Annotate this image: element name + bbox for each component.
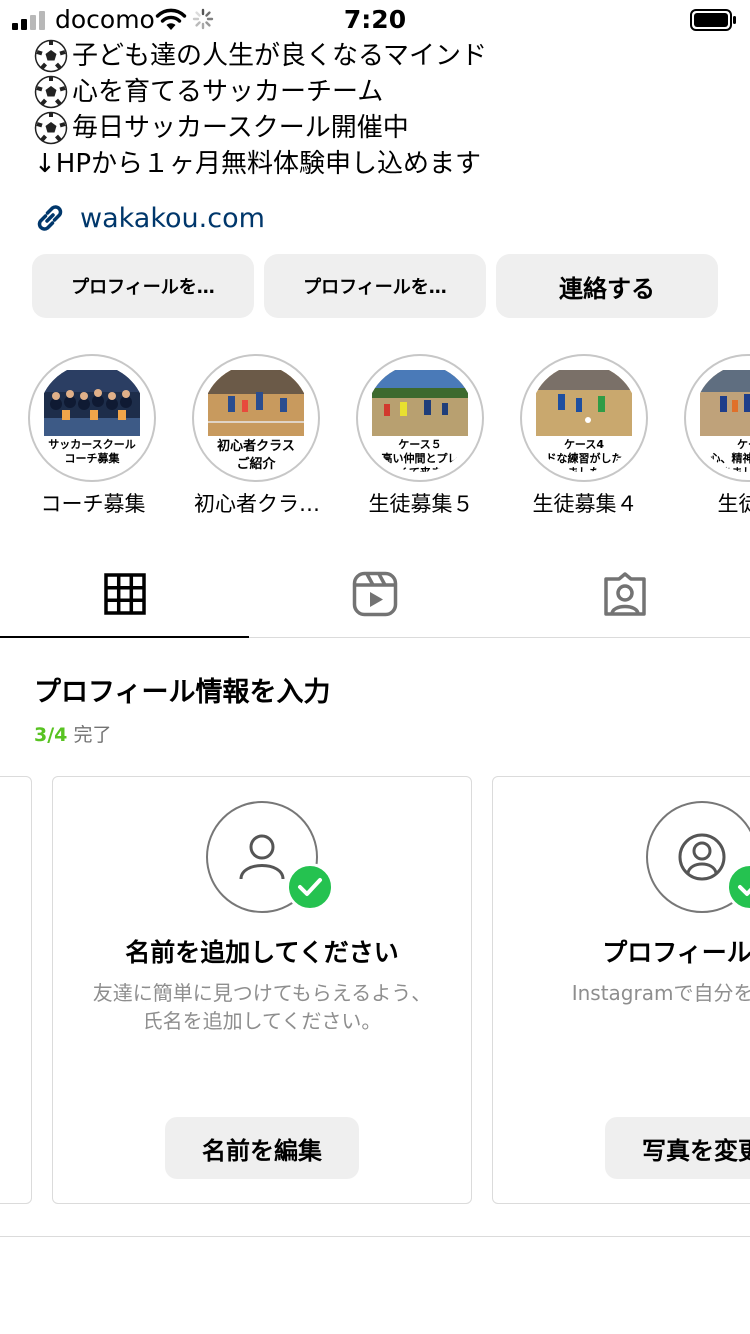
profile-content-tabs — [0, 550, 750, 638]
tab-reels[interactable] — [250, 550, 500, 638]
highlight-caption: ケー心、精神面を強きました。 — [709, 438, 750, 472]
highlight-ring: ケー心、精神面を強きました。 — [684, 354, 750, 482]
highlight-ring: サッカースクール コーチ募集 — [28, 354, 156, 482]
website-link-text[interactable]: wakakou.com — [80, 203, 265, 234]
section-divider — [0, 1236, 750, 1237]
highlight-cover: ケース５の高い仲間とプレーたくて来まし — [366, 364, 474, 472]
card-description: 友達に簡単に見つけてもらえるよう、氏名を追加してください。 — [92, 981, 432, 1033]
highlight-label: 生徒募集５ — [368, 492, 474, 516]
progress-count: 3/4 — [34, 724, 68, 746]
profile-task-card: プロフィール写真 Instagramで自分を選ぼう。 写真を変更 — [492, 776, 750, 1204]
profile-info-progress: 3/4 完了 — [34, 720, 111, 747]
profile-task-card: 名前を追加してください 友達に簡単に見つけてもらえるよう、氏名を追加してください… — [52, 776, 472, 1204]
clock: 7:20 — [343, 5, 407, 34]
status-bar: docomo 7:20 — [0, 0, 750, 40]
soccer-ball-icon — [34, 75, 68, 109]
highlight-label: 生徒募 — [717, 492, 750, 516]
completed-check-icon — [726, 863, 750, 911]
highlight-label: 初心者クラ… — [194, 492, 320, 516]
bio-text: ↓HPから１ヶ月無料体験申し込めます — [34, 149, 482, 179]
highlight-photo — [44, 370, 140, 436]
bio-line: 子ども達の人生が良くなるマインド — [34, 38, 734, 74]
tagged-user-icon — [604, 572, 646, 616]
profile-page: docomo 7:20 子ども達の人生が良くなるマインド 心を育てるサッカーチー… — [0, 0, 750, 1334]
active-tab-indicator — [0, 636, 249, 638]
bio-line: ↓HPから１ヶ月無料体験申し込めます — [34, 146, 734, 182]
link-icon — [37, 205, 63, 231]
story-highlight[interactable]: 初心者クラス ご紹介 初心者クラ… — [192, 354, 322, 518]
highlight-label: 生徒募集４ — [532, 492, 638, 516]
story-highlight[interactable]: ケース５の高い仲間とプレーたくて来まし 生徒募集５ — [356, 354, 486, 518]
highlight-ring: ケース4ードな練習がしたくました — [520, 354, 648, 482]
highlight-ring: 初心者クラス ご紹介 — [192, 354, 320, 482]
story-highlight[interactable]: ケース4ードな練習がしたくました 生徒募集４ — [520, 354, 650, 518]
highlight-caption: ケース4ードな練習がしたくました — [534, 438, 634, 472]
grid-icon — [104, 573, 146, 615]
bio-line: 毎日サッカースクール開催中 — [34, 110, 734, 146]
bio-text: 心を育てるサッカーチーム — [72, 77, 384, 107]
profile-task-card — [0, 776, 32, 1204]
edit-profile-button[interactable]: プロフィールを… — [32, 254, 254, 318]
bio-text: 子ども達の人生が良くなるマインド — [72, 41, 487, 71]
highlight-photo — [700, 370, 750, 436]
edit-name-button[interactable]: 名前を編集 — [165, 1117, 359, 1179]
progress-suffix: 完了 — [73, 724, 112, 746]
highlight-caption: サッカースクール コーチ募集 — [48, 438, 136, 465]
highlight-photo — [536, 370, 632, 436]
profile-info-title: プロフィール情報を入力 — [34, 677, 331, 708]
highlight-photo — [208, 370, 304, 436]
soccer-ball-icon — [34, 111, 68, 145]
reels-icon — [352, 571, 398, 617]
story-highlight[interactable]: サッカースクール コーチ募集 コーチ募集 — [28, 354, 158, 518]
highlight-caption: 初心者クラス ご紹介 — [217, 439, 295, 472]
bio-text: 毎日サッカースクール開催中 — [72, 113, 409, 143]
card-description: Instagramで自分を選ぼう。 — [571, 981, 750, 1005]
change-photo-button[interactable]: 写真を変更 — [605, 1117, 750, 1179]
highlight-caption: ケース５の高い仲間とプレーたくて来まし — [370, 438, 470, 472]
completed-check-icon — [286, 863, 334, 911]
highlight-cover: 初心者クラス ご紹介 — [202, 364, 310, 472]
bio-line: 心を育てるサッカーチーム — [34, 74, 734, 110]
battery-icon — [690, 9, 736, 31]
story-highlight[interactable]: ケー心、精神面を強きました。 生徒募 — [684, 354, 750, 518]
card-title: プロフィール写真 — [602, 938, 750, 967]
highlight-ring: ケース５の高い仲間とプレーたくて来まし — [356, 354, 484, 482]
website-link[interactable]: wakakou.com — [32, 200, 265, 236]
soccer-ball-icon — [34, 39, 68, 73]
highlight-cover: サッカースクール コーチ募集 — [38, 364, 146, 472]
tab-tagged[interactable] — [500, 550, 750, 638]
highlight-label: コーチ募集 — [40, 492, 146, 516]
tab-grid[interactable] — [0, 550, 250, 638]
highlight-cover: ケー心、精神面を強きました。 — [694, 364, 750, 472]
contact-button[interactable]: 連絡する — [496, 254, 718, 318]
highlight-photo — [372, 370, 468, 436]
highlight-cover: ケース4ードな練習がしたくました — [530, 364, 638, 472]
profile-bio: 子ども達の人生が良くなるマインド 心を育てるサッカーチーム 毎日サッカースクール… — [34, 38, 734, 182]
share-profile-button[interactable]: プロフィールを… — [264, 254, 486, 318]
card-title: 名前を追加してください — [125, 938, 399, 967]
